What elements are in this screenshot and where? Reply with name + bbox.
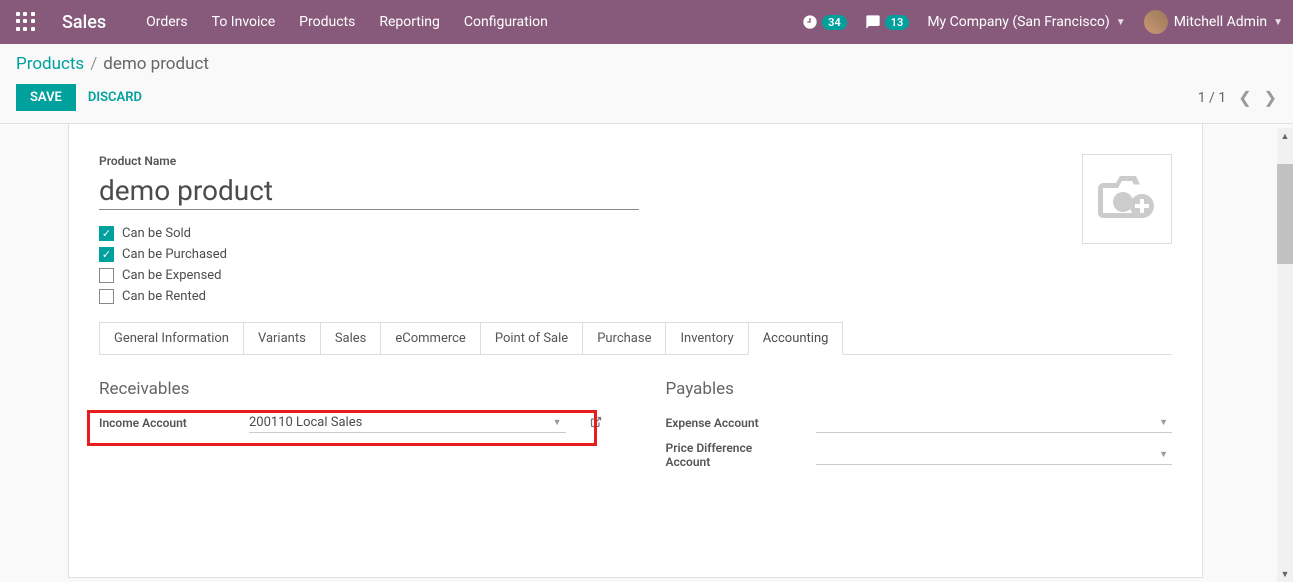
top-navbar: Sales Orders To Invoice Products Reporti… — [0, 0, 1293, 44]
messages-indicator[interactable]: 13 — [865, 14, 910, 30]
income-account-row: Income Account ▼ — [99, 413, 606, 433]
tab-point-of-sale[interactable]: Point of Sale — [480, 322, 583, 354]
checkbox-list: ✓ Can be Sold ✓ Can be Purchased Can be … — [99, 226, 1172, 304]
price-diff-row: Price Difference Account ▼ — [666, 441, 1173, 469]
tab-general-information[interactable]: General Information — [99, 322, 244, 354]
scroll-up-icon[interactable]: ▲ — [1277, 128, 1293, 144]
breadcrumb-sep: / — [90, 54, 97, 74]
company-name: My Company (San Francisco) — [927, 14, 1109, 30]
tab-sales[interactable]: Sales — [320, 322, 382, 354]
user-selector[interactable]: Mitchell Admin ▼ — [1144, 10, 1283, 34]
messages-badge: 13 — [885, 15, 910, 30]
price-diff-input-wrap: ▼ — [816, 445, 1173, 465]
form-body: Product Name ✓ Can be Sold ✓ Can be Purc… — [69, 124, 1202, 521]
external-link-icon[interactable] — [586, 416, 606, 431]
receivables-column: Receivables Income Account ▼ — [99, 379, 606, 477]
expense-account-label: Expense Account — [666, 416, 796, 430]
checkbox-icon: ✓ — [99, 226, 114, 241]
checkbox-icon — [99, 289, 114, 304]
tab-ecommerce[interactable]: eCommerce — [380, 322, 480, 354]
checkbox-label: Can be Purchased — [122, 247, 227, 262]
user-name: Mitchell Admin — [1174, 14, 1267, 30]
company-selector[interactable]: My Company (San Francisco) ▼ — [927, 14, 1125, 30]
apps-icon[interactable] — [16, 12, 36, 32]
dropdown-caret-icon[interactable]: ▼ — [1155, 417, 1172, 428]
caret-down-icon: ▼ — [1273, 17, 1283, 28]
pager: 1 / 1 ❮ ❯ — [1198, 88, 1277, 107]
camera-plus-icon — [1098, 176, 1156, 222]
price-diff-label: Price Difference Account — [666, 441, 796, 469]
scroll-down-icon[interactable]: ▼ — [1277, 566, 1293, 582]
income-account-input-wrap: ▼ — [249, 413, 566, 433]
checkbox-can-be-purchased[interactable]: ✓ Can be Purchased — [99, 247, 1172, 262]
checkbox-label: Can be Sold — [122, 226, 191, 241]
tabs: General Information Variants Sales eComm… — [99, 322, 1172, 355]
nav-orders[interactable]: Orders — [146, 14, 188, 30]
nav-to-invoice[interactable]: To Invoice — [212, 14, 276, 30]
caret-down-icon: ▼ — [1116, 17, 1126, 28]
save-button[interactable]: SAVE — [16, 84, 76, 111]
chat-icon — [865, 14, 881, 30]
pager-next[interactable]: ❯ — [1264, 88, 1277, 107]
dropdown-caret-icon[interactable]: ▼ — [549, 417, 566, 428]
breadcrumb-products[interactable]: Products — [16, 54, 84, 74]
clock-icon — [802, 14, 818, 30]
expense-account-row: Expense Account ▼ — [666, 413, 1173, 433]
nav-reporting[interactable]: Reporting — [379, 14, 440, 30]
price-diff-input[interactable] — [816, 447, 1156, 462]
breadcrumb: Products / demo product — [0, 44, 1293, 80]
checkbox-label: Can be Expensed — [122, 268, 222, 283]
checkbox-icon: ✓ — [99, 247, 114, 262]
checkbox-icon — [99, 268, 114, 283]
pager-prev[interactable]: ❮ — [1238, 88, 1251, 107]
checkbox-label: Can be Rented — [122, 289, 206, 304]
tab-content-accounting: Receivables Income Account ▼ Pa — [99, 355, 1172, 501]
nav-menu: Orders To Invoice Products Reporting Con… — [146, 14, 548, 30]
tab-variants[interactable]: Variants — [243, 322, 321, 354]
tab-accounting[interactable]: Accounting — [748, 322, 844, 355]
activity-indicator[interactable]: 34 — [802, 14, 847, 30]
scrollbar-thumb[interactable] — [1277, 164, 1293, 264]
checkbox-can-be-rented[interactable]: Can be Rented — [99, 289, 1172, 304]
checkbox-can-be-sold[interactable]: ✓ Can be Sold — [99, 226, 1172, 241]
tab-inventory[interactable]: Inventory — [665, 322, 748, 354]
nav-products[interactable]: Products — [299, 14, 355, 30]
income-account-label: Income Account — [99, 416, 229, 430]
discard-button[interactable]: DISCARD — [88, 90, 142, 105]
nav-right: 34 13 My Company (San Francisco) ▼ Mitch… — [802, 10, 1283, 34]
receivables-title: Receivables — [99, 379, 606, 399]
income-account-input[interactable] — [249, 415, 549, 430]
expense-account-input-wrap: ▼ — [816, 413, 1173, 433]
tab-purchase[interactable]: Purchase — [582, 322, 666, 354]
payables-column: Payables Expense Account ▼ Price Differe… — [666, 379, 1173, 477]
content-area: Product Name ✓ Can be Sold ✓ Can be Purc… — [0, 124, 1293, 578]
checkbox-can-be-expensed[interactable]: Can be Expensed — [99, 268, 1172, 283]
product-name-input[interactable] — [99, 172, 639, 210]
product-name-label: Product Name — [99, 154, 1172, 168]
app-title[interactable]: Sales — [62, 12, 106, 33]
activity-badge: 34 — [822, 15, 847, 30]
form-sheet: Product Name ✓ Can be Sold ✓ Can be Purc… — [68, 124, 1203, 578]
expense-account-input[interactable] — [816, 415, 1156, 430]
actions-row: SAVE DISCARD 1 / 1 ❮ ❯ — [0, 80, 1293, 124]
payables-title: Payables — [666, 379, 1173, 399]
dropdown-caret-icon[interactable]: ▼ — [1155, 449, 1172, 460]
pager-text: 1 / 1 — [1198, 90, 1226, 106]
product-image-upload[interactable] — [1082, 154, 1172, 244]
nav-configuration[interactable]: Configuration — [464, 14, 548, 30]
avatar — [1144, 10, 1168, 34]
breadcrumb-current: demo product — [103, 54, 209, 74]
scrollbar[interactable]: ▲ ▼ — [1277, 128, 1293, 582]
